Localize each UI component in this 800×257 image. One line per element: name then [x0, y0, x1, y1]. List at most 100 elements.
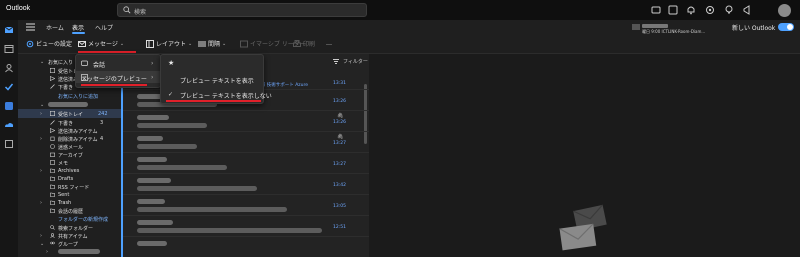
top-message-snippet: 2日 技術サポート Azure: [258, 83, 309, 88]
density-button[interactable]: 間隔 ⌄: [198, 38, 226, 49]
folder-icon: [50, 208, 55, 213]
people-icon[interactable]: [4, 63, 14, 73]
add-favorite-link[interactable]: お気に入りに追加: [18, 91, 121, 100]
search-input[interactable]: 検索: [117, 3, 367, 17]
subject-redacted: [137, 144, 197, 149]
attachment-icon: 🖇: [337, 113, 344, 119]
tab-home[interactable]: ホーム: [46, 23, 64, 32]
sender-redacted: [137, 220, 173, 225]
onedrive-icon[interactable]: [4, 120, 14, 130]
calendar-status-icon: [632, 24, 640, 30]
chevron-down-icon: ⌄: [40, 58, 45, 65]
list-item[interactable]: 13:05: [121, 195, 369, 216]
filter-button[interactable]: フィルター: [343, 58, 368, 65]
folder-icon: [50, 184, 55, 189]
lightbulb-icon[interactable]: [723, 4, 735, 16]
junk-icon: [50, 144, 55, 149]
unread-indicator: [121, 195, 123, 216]
folder-trash-label: Trash: [58, 199, 72, 206]
new-outlook-toggle[interactable]: [778, 23, 794, 31]
menu-item-favorite[interactable]: ★: [161, 57, 263, 69]
hamburger-icon[interactable]: [26, 23, 35, 31]
menu-item-message-preview[interactable]: メッセージのプレビュー ›: [76, 71, 160, 83]
mail-icon[interactable]: [4, 25, 14, 35]
chevron-right-icon: ›: [40, 199, 42, 206]
chevron-right-icon: ›: [151, 59, 154, 67]
avatar[interactable]: [778, 4, 791, 17]
group-name-redacted: [58, 249, 100, 254]
unread-indicator: [121, 90, 123, 111]
search-placeholder: 検索: [134, 9, 147, 16]
ribbon-tabs: ホーム 表示 ヘルプ 曜日 9:00 ICTLINK-Room-Diam... …: [18, 20, 800, 34]
list-item[interactable]: 13:42: [121, 174, 369, 195]
message-time: 13:26: [333, 99, 346, 104]
subject-redacted: [137, 186, 257, 191]
unread-indicator: [121, 153, 123, 174]
sender-redacted: [137, 241, 167, 246]
envelope-icon: [78, 40, 86, 47]
filter-icon[interactable]: [333, 59, 339, 64]
list-item[interactable]: 12:51: [121, 216, 369, 237]
messages-button[interactable]: メッセージ ⌄: [78, 38, 124, 49]
apps-icon[interactable]: [4, 139, 14, 149]
chevron-right-icon: ›: [151, 73, 154, 81]
group-item[interactable]: ›: [18, 247, 121, 256]
subject-redacted: [137, 123, 207, 128]
subject-redacted: [137, 165, 227, 170]
word-icon[interactable]: [4, 101, 14, 111]
more-options-button[interactable]: …: [326, 38, 332, 49]
create-folder-link[interactable]: フォルダーの新規作成: [18, 214, 121, 223]
chevron-right-icon: ›: [40, 135, 42, 142]
tab-help[interactable]: ヘルプ: [95, 23, 113, 32]
command-bar: ビューの設定 メッセージ ⌄ レイアウト ⌄ 間隔 ⌄ イマーシブ リーダー 印…: [18, 34, 800, 54]
app-rail: [0, 20, 18, 257]
star-icon: ★: [168, 58, 175, 67]
tab-view[interactable]: 表示: [72, 23, 84, 32]
search-folder-icon: [50, 225, 55, 230]
pencil-icon: [50, 84, 55, 89]
menu-item-show-preview[interactable]: プレビュー テキストを表示: [161, 73, 263, 85]
create-folder-label: フォルダーの新規作成: [58, 216, 109, 223]
calendar-icon[interactable]: [4, 44, 14, 54]
folder-inbox[interactable]: › 受信トレイ 242: [18, 109, 121, 118]
list-item[interactable]: 🖇 13:27: [121, 132, 369, 153]
layout-label: レイアウト: [156, 41, 187, 48]
message-time: 13:27: [333, 141, 346, 146]
menu-item-hide-preview[interactable]: ✓ プレビュー テキストを表示しない: [161, 88, 272, 100]
reader-icon: [240, 40, 248, 47]
bell-icon[interactable]: [685, 4, 697, 16]
print-button[interactable]: 印刷: [293, 38, 315, 49]
list-item[interactable]: [121, 237, 369, 257]
new-outlook-label: 新しい Outlook: [732, 25, 776, 32]
favorite-drafts-label: 下書き: [58, 84, 74, 91]
teams-icon[interactable]: [667, 4, 679, 16]
attachment-icon: 🖇: [337, 134, 344, 140]
print-label: 印刷: [303, 41, 316, 48]
layout-button[interactable]: レイアウト ⌄: [146, 38, 192, 49]
sender-redacted: [137, 178, 171, 183]
meet-now-icon[interactable]: [650, 4, 662, 16]
chevron-right-icon: ›: [40, 110, 42, 117]
todo-icon[interactable]: [4, 82, 14, 92]
favorites-label: お気に入り: [48, 59, 74, 66]
folder-icon: [50, 168, 55, 173]
folder-inbox-label: 受信トレイ: [58, 111, 84, 118]
account-header[interactable]: ⌄: [18, 100, 121, 109]
list-item[interactable]: 13:27: [121, 153, 369, 174]
view-settings-button[interactable]: ビューの設定: [26, 38, 72, 49]
inbox-unread-count: 242: [98, 110, 108, 117]
menu-item-conversation[interactable]: 会話 ›: [76, 57, 160, 69]
megaphone-icon[interactable]: [742, 4, 754, 16]
empty-mail-illustration: [559, 204, 607, 251]
message-time: 13:31: [333, 81, 346, 86]
list-item[interactable]: 🖇 13:26: [121, 111, 369, 132]
density-icon: [198, 41, 206, 46]
unread-indicator: [121, 111, 123, 132]
unread-indicator: [121, 237, 123, 257]
subject-redacted: [137, 228, 322, 233]
shared-icon: [50, 233, 55, 238]
conversation-label: 会話: [93, 62, 106, 69]
gear-icon[interactable]: [704, 4, 716, 16]
subject-redacted: [137, 207, 287, 212]
chevron-right-icon: ›: [40, 232, 42, 239]
